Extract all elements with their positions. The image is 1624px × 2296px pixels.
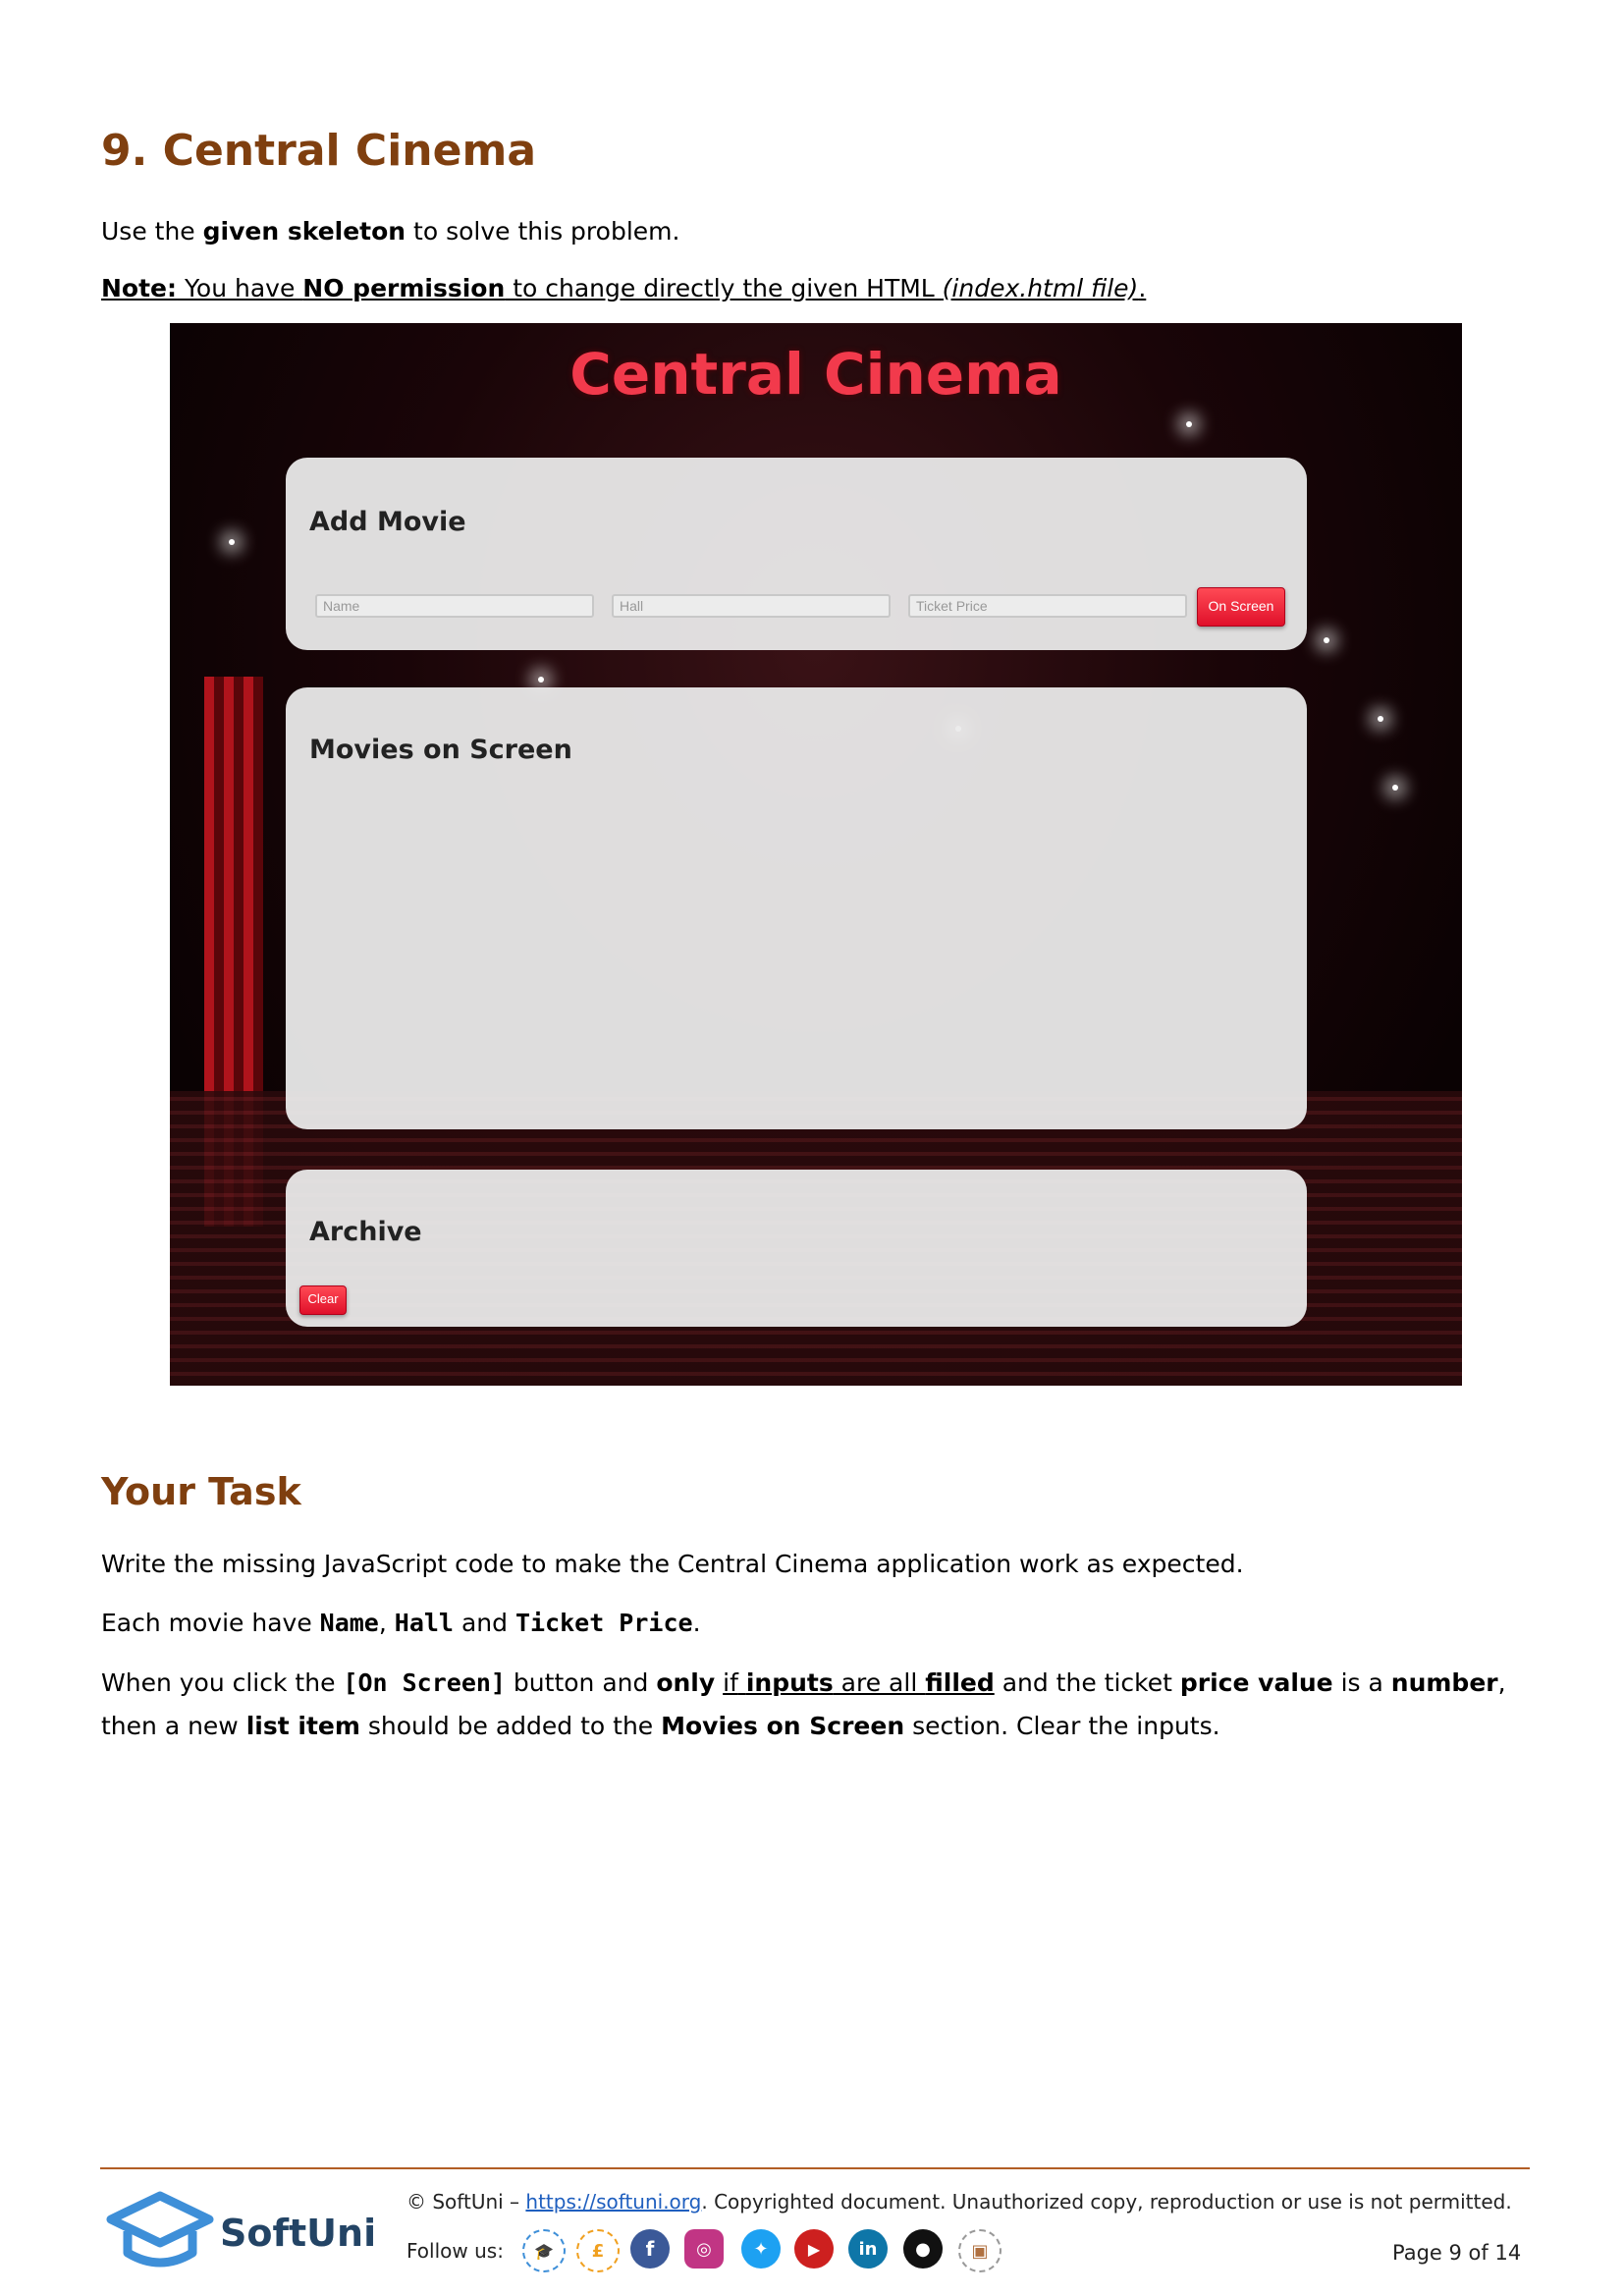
text: should be added to the bbox=[359, 1712, 662, 1740]
bold-price-value: price value bbox=[1179, 1668, 1333, 1697]
twitter-icon[interactable]: ✦ bbox=[741, 2229, 781, 2269]
github-icon[interactable]: ● bbox=[903, 2229, 943, 2269]
task-paragraph-3: When you click the [On Screen] button an… bbox=[101, 1662, 1535, 1748]
text bbox=[715, 1668, 723, 1697]
softuni-creative-icon[interactable]: £ bbox=[576, 2229, 620, 2272]
note-label: Note: bbox=[101, 274, 178, 302]
ticket-price-input[interactable]: Ticket Price bbox=[908, 594, 1187, 618]
movies-on-screen-heading: Movies on Screen bbox=[309, 735, 572, 765]
text: then a new bbox=[101, 1712, 246, 1740]
code-ticket-price: Ticket Price bbox=[514, 1609, 693, 1637]
task-heading: Your Task bbox=[101, 1470, 301, 1513]
footer-rule bbox=[100, 2167, 1530, 2169]
text: , bbox=[1497, 1668, 1506, 1697]
bold-inputs: inputs bbox=[745, 1668, 834, 1697]
on-screen-button[interactable]: On Screen bbox=[1197, 587, 1285, 627]
text: if bbox=[723, 1668, 738, 1697]
intro-bold: given skeleton bbox=[202, 217, 406, 246]
note-text: You have bbox=[177, 274, 303, 302]
clear-button[interactable]: Clear bbox=[299, 1285, 347, 1315]
light-decoration bbox=[229, 539, 235, 545]
light-decoration bbox=[538, 677, 544, 683]
bold-list-item: list item bbox=[245, 1712, 360, 1740]
follow-us-label: Follow us: bbox=[406, 2239, 504, 2263]
note-bold: NO permission bbox=[302, 274, 506, 302]
text: , bbox=[378, 1609, 395, 1637]
text: © SoftUni – bbox=[406, 2190, 526, 2214]
light-decoration bbox=[1392, 785, 1398, 791]
bold-number: number bbox=[1390, 1668, 1498, 1697]
note-paragraph: Note: You have NO permission to change d… bbox=[101, 267, 1535, 310]
logo-text: SoftUni bbox=[220, 2212, 377, 2255]
text: and bbox=[454, 1609, 515, 1637]
intro-text-end: to solve this problem. bbox=[406, 217, 680, 246]
bold-filled: filled bbox=[925, 1668, 995, 1697]
instagram-icon[interactable]: ◎ bbox=[684, 2229, 724, 2269]
note-period: . bbox=[1138, 274, 1147, 302]
code-name: Name bbox=[319, 1609, 379, 1637]
graduation-cap-icon bbox=[106, 2191, 214, 2268]
app-title: Central Cinema bbox=[569, 341, 1062, 408]
text: is a bbox=[1332, 1668, 1391, 1697]
intro-text: Use the bbox=[101, 217, 203, 246]
text: . bbox=[692, 1609, 701, 1637]
facebook-icon[interactable]: f bbox=[630, 2229, 670, 2269]
linkedin-icon[interactable]: in bbox=[848, 2229, 888, 2269]
page-number: Page 9 of 14 bbox=[1392, 2241, 1522, 2265]
code-on-screen: [On Screen] bbox=[343, 1668, 506, 1697]
note-italic: (index.html file) bbox=[942, 274, 1139, 302]
archive-panel: Archive Clear bbox=[286, 1170, 1307, 1327]
light-decoration bbox=[1378, 716, 1383, 722]
text: button and bbox=[505, 1668, 657, 1697]
bold-only: only bbox=[656, 1668, 716, 1697]
document-page: 9. Central Cinema Use the given skeleton… bbox=[0, 0, 1624, 2296]
text: . Copyrighted document. Unauthorized cop… bbox=[701, 2190, 1512, 2214]
note-text-2: to change directly the given HTML bbox=[505, 274, 943, 302]
archive-heading: Archive bbox=[309, 1217, 422, 1247]
add-movie-heading: Add Movie bbox=[309, 507, 466, 537]
light-decoration bbox=[1186, 421, 1192, 427]
hall-input[interactable]: Hall bbox=[612, 594, 891, 618]
bold-section: Movies on Screen bbox=[661, 1712, 905, 1740]
softuni-link[interactable]: https://softuni.org bbox=[525, 2190, 701, 2214]
text: When you click the bbox=[101, 1668, 344, 1697]
softuni-social-icon[interactable]: 🎓 bbox=[522, 2229, 566, 2272]
app-screenshot: Central Cinema Add Movie Name Hall Ticke… bbox=[170, 323, 1462, 1386]
text: Each movie have bbox=[101, 1609, 320, 1637]
copyright-notice: © SoftUni – https://softuni.org. Copyrig… bbox=[406, 2190, 1512, 2214]
code-hall: Hall bbox=[394, 1609, 454, 1637]
text: are all bbox=[833, 1668, 926, 1697]
page-title: 9. Central Cinema bbox=[101, 126, 537, 176]
name-input[interactable]: Name bbox=[315, 594, 594, 618]
text: and the ticket bbox=[994, 1668, 1180, 1697]
task-paragraph-2: Each movie have Name, Hall and Ticket Pr… bbox=[101, 1602, 1535, 1645]
intro-paragraph: Use the given skeleton to solve this pro… bbox=[101, 210, 1535, 253]
light-decoration bbox=[1324, 637, 1329, 643]
task-paragraph-1: Write the missing JavaScript code to mak… bbox=[101, 1550, 1244, 1578]
store-icon[interactable]: ▣ bbox=[958, 2229, 1001, 2272]
movies-on-screen-panel: Movies on Screen bbox=[286, 687, 1307, 1129]
add-movie-panel: Add Movie Name Hall Ticket Price On Scre… bbox=[286, 458, 1307, 650]
youtube-icon[interactable]: ▶ bbox=[794, 2229, 834, 2269]
text: section. Clear the inputs. bbox=[904, 1712, 1220, 1740]
